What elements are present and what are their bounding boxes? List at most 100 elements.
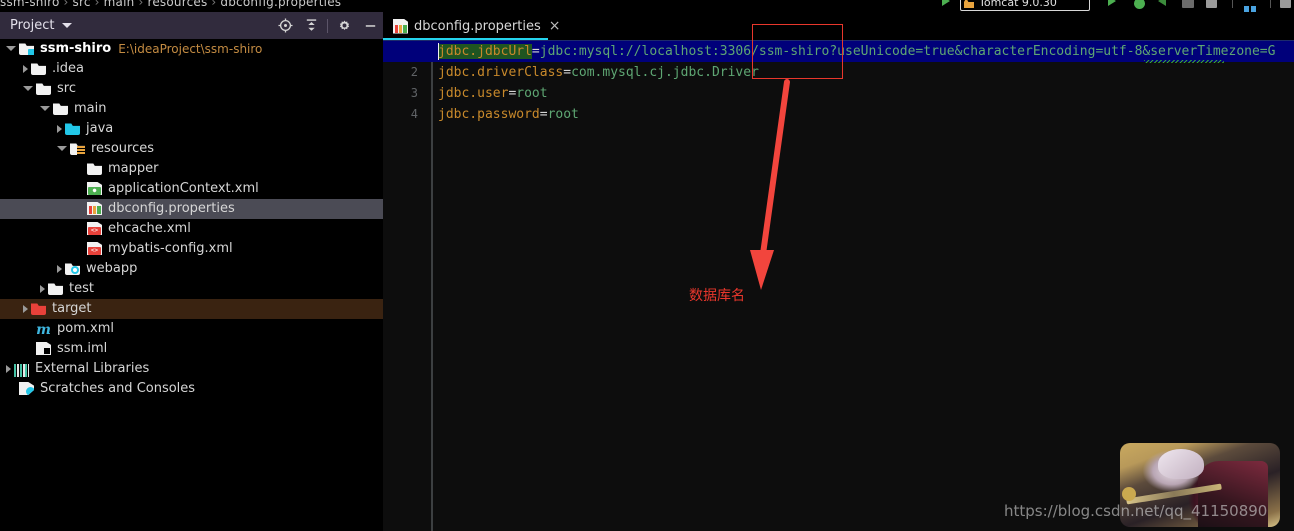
close-icon[interactable]: × — [549, 19, 561, 33]
tree-row-test[interactable]: test — [0, 279, 383, 299]
folder-icon — [48, 281, 64, 297]
run-icon[interactable] — [1108, 0, 1116, 6]
spring-xml-file-icon: ● — [87, 181, 103, 197]
editor-tab-dbconfig-properties[interactable]: dbconfig.properties × — [383, 12, 569, 40]
tree-row-label: src — [57, 81, 76, 96]
folder-icon — [31, 61, 47, 77]
xml-file-icon: <> — [87, 241, 103, 257]
project-panel-title[interactable]: Project — [10, 18, 54, 33]
chevron-down-icon[interactable] — [57, 145, 67, 155]
chevron-right-icon[interactable] — [40, 285, 45, 293]
gear-icon[interactable] — [331, 12, 357, 39]
tree-row-scratches-and-consoles[interactable]: Scratches and Consoles — [0, 379, 383, 399]
tree-row-external-libraries[interactable]: External Libraries — [0, 359, 383, 379]
chevron-down-icon[interactable] — [40, 105, 50, 115]
rerun-icon[interactable] — [1158, 0, 1166, 6]
chevron-down-icon[interactable] — [6, 45, 16, 55]
property-key: jdbc.password — [438, 107, 540, 122]
tree-row-dbconfig-properties[interactable]: dbconfig.properties — [0, 199, 383, 219]
project-tool-window: Project ssm-shiro E:\ideaProject\ssm-shi… — [0, 12, 383, 531]
breadcrumb-sep: › — [211, 0, 217, 9]
tree-row-label: Scratches and Consoles — [40, 381, 196, 396]
stop-icon[interactable] — [1182, 0, 1194, 8]
chevron-right-icon[interactable] — [23, 305, 28, 313]
breadcrumb-item-1[interactable]: src — [73, 0, 91, 9]
tree-row-main[interactable]: main — [0, 99, 383, 119]
tree-row-ssm-iml[interactable]: ssm.iml — [0, 339, 383, 359]
chevron-right-icon[interactable] — [57, 265, 62, 273]
tree-row-label: .idea — [52, 61, 84, 76]
scratches-icon — [19, 381, 35, 397]
tree-row-target[interactable]: target — [0, 299, 383, 319]
maven-file-icon: m — [36, 322, 51, 338]
redeploy-icon[interactable] — [1206, 0, 1217, 8]
watermark-url: https://blog.csdn.net/qq_41150890 — [1004, 502, 1268, 520]
run-configuration-selector[interactable]: Tomcat 9.0.30 — [960, 0, 1090, 11]
chevron-right-icon[interactable] — [57, 125, 62, 133]
tree-row-label: ssm-shiro — [40, 41, 112, 56]
layout-icon[interactable] — [1244, 0, 1258, 12]
breadcrumb-item-0[interactable]: ssm-shiro — [0, 0, 60, 9]
chevron-right-icon[interactable] — [6, 365, 11, 373]
code-line[interactable]: jdbc.user=root — [438, 83, 548, 104]
chevron-down-icon[interactable] — [23, 85, 33, 95]
resources-folder-icon — [70, 141, 86, 157]
collapse-all-icon[interactable] — [298, 12, 324, 39]
tree-row-java[interactable]: java — [0, 119, 383, 139]
libraries-icon — [14, 361, 30, 377]
tree-row-mybatis-config-xml[interactable]: <> mybatis-config.xml — [0, 239, 383, 259]
xml-file-icon: <> — [87, 221, 103, 237]
breadcrumb-sep: › — [94, 0, 100, 9]
line-number[interactable]: 2 — [383, 62, 425, 83]
tree-row-label: main — [74, 101, 107, 116]
chevron-down-icon[interactable] — [62, 23, 73, 28]
debug-icon[interactable] — [1134, 0, 1145, 9]
tree-row-label: test — [69, 281, 94, 296]
breadcrumb[interactable]: ssm-shiro › src › main › resources › dbconfig.pr… — [0, 0, 341, 9]
tree-row-resources[interactable]: resources — [0, 139, 383, 159]
line-number[interactable]: 3 — [383, 83, 425, 104]
properties-file-icon — [393, 18, 408, 34]
annotation-arrow — [750, 79, 790, 290]
property-separator: = — [531, 44, 540, 59]
tree-row-idea[interactable]: .idea — [0, 59, 383, 79]
tree-row-label: ehcache.xml — [108, 221, 191, 236]
breadcrumb-item-2[interactable]: main — [104, 0, 135, 9]
run-button-icon[interactable] — [942, 0, 950, 6]
code-line[interactable]: jdbc.password=root — [438, 104, 579, 125]
gutter-divider — [431, 41, 433, 531]
artwork-hair — [1158, 449, 1204, 479]
excluded-folder-icon — [31, 301, 47, 317]
tree-row-ssm-shiro[interactable]: ssm-shiro E:\ideaProject\ssm-shiro — [0, 39, 383, 59]
tomcat-icon — [964, 0, 974, 8]
chevron-right-icon[interactable] — [23, 65, 28, 73]
search-everywhere-icon[interactable] — [1280, 0, 1291, 8]
sources-folder-icon — [65, 121, 81, 137]
property-key: jdbc.jdbcUrl — [438, 44, 532, 59]
line-number[interactable]: 4 — [383, 104, 425, 125]
tree-row-label: External Libraries — [35, 361, 150, 376]
tree-row-applicationcontext-xml[interactable]: ● applicationContext.xml — [0, 179, 383, 199]
tree-row-label: resources — [91, 141, 155, 156]
breadcrumb-sep: › — [63, 0, 69, 9]
property-value: root — [516, 86, 548, 101]
editor-gutter[interactable]: 1234 — [383, 41, 430, 531]
project-tree[interactable]: ssm-shiro E:\ideaProject\ssm-shiro .idea sr… — [0, 39, 383, 531]
breadcrumb-item-3[interactable]: resources — [147, 0, 207, 9]
breadcrumb-item-4[interactable]: dbconfig.properties — [220, 0, 341, 9]
tree-row-label: java — [86, 121, 114, 136]
tree-row-pom-xml[interactable]: m pom.xml — [0, 319, 383, 339]
module-folder-icon — [19, 41, 35, 57]
tree-row-label: pom.xml — [57, 321, 114, 336]
tree-row-webapp[interactable]: webapp — [0, 259, 383, 279]
property-key: jdbc.driverClass — [438, 65, 564, 80]
annotation-rectangle — [752, 24, 843, 79]
tree-row-mapper[interactable]: mapper — [0, 159, 383, 179]
code-line[interactable]: jdbc.driverClass=com.mysql.cj.jdbc.Drive… — [438, 62, 759, 83]
tree-row-ehcache-xml[interactable]: <> ehcache.xml — [0, 219, 383, 239]
run-configuration-label: Tomcat 9.0.30 — [979, 0, 1057, 9]
tree-row-label: webapp — [86, 261, 138, 276]
minimize-icon[interactable] — [357, 12, 383, 39]
locate-icon[interactable] — [272, 12, 298, 39]
tree-row-src[interactable]: src — [0, 79, 383, 99]
